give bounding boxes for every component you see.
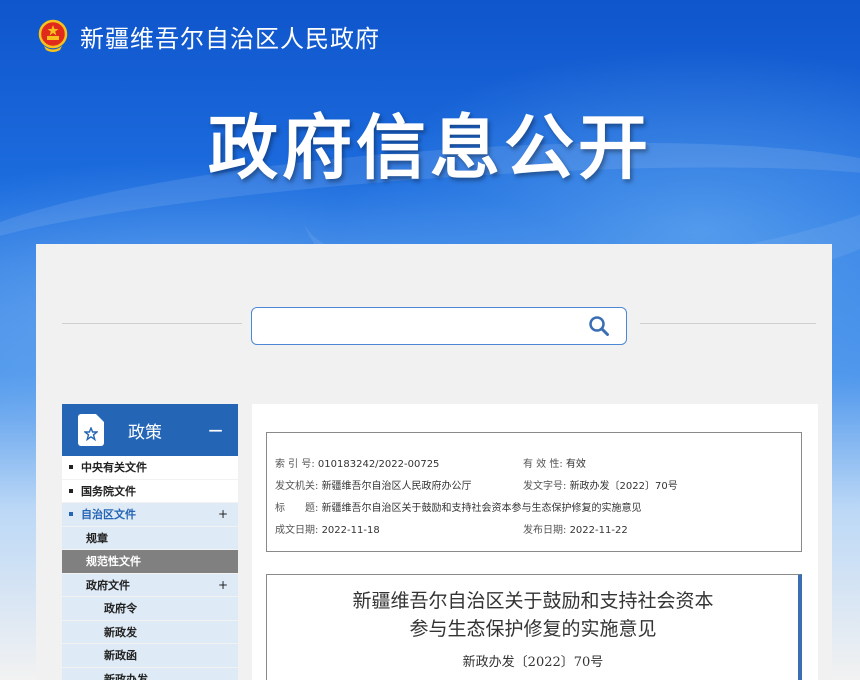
page-title: 政府信息公开 xyxy=(208,107,652,189)
meta-label: 索 引 号: xyxy=(275,459,315,470)
meta-index-row: 索 引 号: 010183242/2022-00725 xyxy=(275,455,439,470)
sidebar-item-normative-docs[interactable]: 规范性文件 xyxy=(62,550,238,574)
sidebar-item-label: 政府文件 xyxy=(86,578,130,592)
sidebar-header[interactable]: 政策 − xyxy=(62,404,238,456)
meta-value: 2022-11-18 xyxy=(321,525,380,536)
meta-issuer-row: 发文机关: 新疆维吾尔自治区人民政府办公厅 xyxy=(275,477,472,492)
sidebar-item-label: 规章 xyxy=(86,531,108,545)
sidebar-item-regulations[interactable]: 规章 xyxy=(62,526,238,550)
sidebar-item-region-docs[interactable]: 自治区文件 + xyxy=(62,503,238,527)
document-title: 新疆维吾尔自治区关于鼓励和支持社会资本 参与生态保护修复的实施意见 xyxy=(267,587,799,643)
meta-value: 新疆维吾尔自治区关于鼓励和支持社会资本参与生态保护修复的实施意见 xyxy=(321,503,642,514)
meta-label: 有 效 性: xyxy=(523,459,563,470)
meta-label: 成文日期: xyxy=(275,525,319,536)
expand-icon[interactable]: + xyxy=(218,507,228,521)
meta-value: 2022-11-22 xyxy=(569,525,628,536)
search-icon[interactable] xyxy=(588,315,610,341)
meta-label: 发文机关: xyxy=(275,481,319,492)
sidebar-item-label: 规范性文件 xyxy=(86,555,141,569)
sidebar-item-state-council-docs[interactable]: 国务院文件 xyxy=(62,480,238,503)
bullet-icon xyxy=(69,512,73,517)
bullet-icon xyxy=(69,488,73,493)
meta-label: 发布日期: xyxy=(523,525,567,536)
collapse-icon[interactable]: − xyxy=(207,418,224,442)
expand-icon[interactable]: + xyxy=(218,578,228,592)
sidebar-item-central-docs[interactable]: 中央有关文件 xyxy=(62,456,238,480)
document-metadata: 索 引 号: 010183242/2022-00725 有 效 性: 有效 发文… xyxy=(266,432,802,552)
divider xyxy=(640,323,816,324)
sidebar-item-label: 新政发 xyxy=(104,625,137,639)
divider xyxy=(62,323,242,324)
national-emblem-icon xyxy=(38,19,68,53)
main-panel: 政策 − 中央有关文件 国务院文件 自治区文件 + 规章 规范性文件 政府文件 … xyxy=(36,244,832,680)
document-body: 新疆维吾尔自治区关于鼓励和支持社会资本 参与生态保护修复的实施意见 新政办发〔2… xyxy=(266,574,802,680)
meta-value: 有效 xyxy=(565,459,586,470)
sidebar-item-xinzhengfa[interactable]: 新政发 xyxy=(62,620,238,644)
sidebar-item-xinzhenghan[interactable]: 新政函 xyxy=(62,644,238,668)
search-input[interactable] xyxy=(251,307,627,345)
document-title-line: 新疆维吾尔自治区关于鼓励和支持社会资本 xyxy=(352,590,714,612)
meta-published-row: 发布日期: 2022-11-22 xyxy=(523,521,628,536)
meta-value: 新疆维吾尔自治区人民政府办公厅 xyxy=(321,481,472,492)
sidebar-item-government-docs[interactable]: 政府文件 + xyxy=(62,573,238,597)
sidebar-item-label: 中央有关文件 xyxy=(81,461,147,475)
meta-value: 新政办发〔2022〕70号 xyxy=(569,481,678,492)
sidebar-title: 政策 xyxy=(128,422,162,443)
sidebar-item-government-orders[interactable]: 政府令 xyxy=(62,597,238,621)
meta-value: 010183242/2022-00725 xyxy=(317,459,440,470)
document-star-icon xyxy=(78,414,104,446)
meta-docno-row: 发文字号: 新政办发〔2022〕70号 xyxy=(523,477,678,492)
sidebar-item-label: 自治区文件 xyxy=(81,508,136,522)
sidebar: 政策 − 中央有关文件 国务院文件 自治区文件 + 规章 规范性文件 政府文件 … xyxy=(62,404,238,680)
meta-label: 标 题: xyxy=(275,503,319,514)
meta-label: 发文字号: xyxy=(523,481,567,492)
meta-created-row: 成文日期: 2022-11-18 xyxy=(275,521,380,536)
sidebar-item-label: 政府令 xyxy=(104,602,137,616)
document-number: 新政办发〔2022〕70号 xyxy=(462,655,604,670)
site-name[interactable]: 新疆维吾尔自治区人民政府 xyxy=(80,19,380,54)
sidebar-item-xinzhengbanfa[interactable]: 新政办发 xyxy=(62,667,238,680)
sidebar-item-label: 新政函 xyxy=(104,649,137,663)
site-header[interactable]: 新疆维吾尔自治区人民政府 xyxy=(38,16,380,56)
bullet-icon xyxy=(69,465,73,470)
meta-title-row: 标 题: 新疆维吾尔自治区关于鼓励和支持社会资本参与生态保护修复的实施意见 xyxy=(275,499,642,514)
document-title-line: 参与生态保护修复的实施意见 xyxy=(409,618,657,640)
sidebar-item-label: 国务院文件 xyxy=(81,484,136,498)
meta-validity-row: 有 效 性: 有效 xyxy=(523,455,586,470)
sidebar-item-label: 新政办发 xyxy=(104,672,148,680)
content-area: 索 引 号: 010183242/2022-00725 有 效 性: 有效 发文… xyxy=(252,404,818,680)
